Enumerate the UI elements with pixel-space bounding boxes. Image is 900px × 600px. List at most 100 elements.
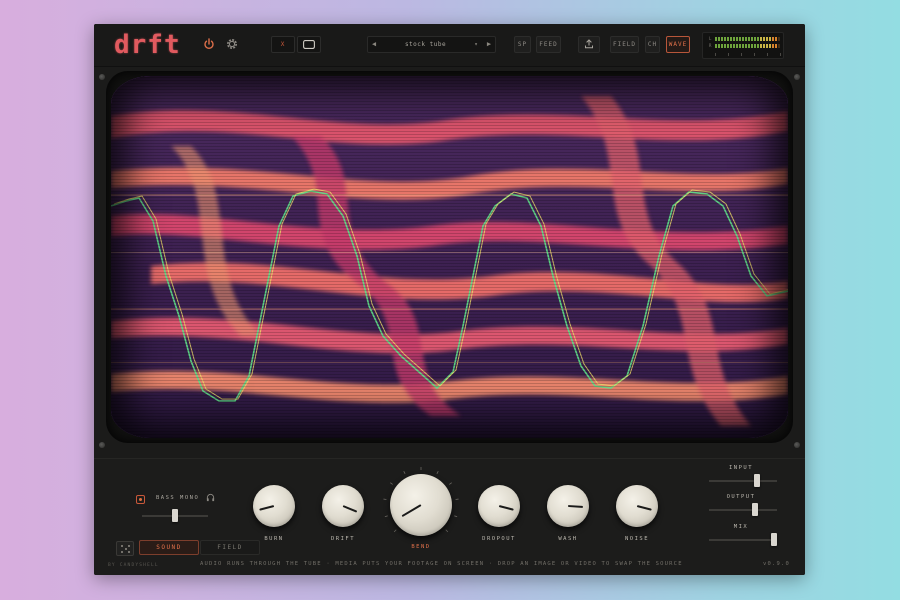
display-toggle-button[interactable] bbox=[297, 36, 321, 53]
knob-label: BEND bbox=[411, 544, 431, 550]
meter-segment bbox=[763, 37, 765, 41]
meter-segment bbox=[763, 44, 765, 48]
meter-segment bbox=[754, 44, 756, 48]
preset-name[interactable]: stock tube bbox=[382, 37, 469, 52]
knob-bend[interactable] bbox=[390, 474, 452, 536]
meter-segment bbox=[769, 37, 771, 41]
meter-segment bbox=[724, 37, 726, 41]
plugin-window: drft X ◀ stock tube ▾ ▶ SP FEED FIELD CH… bbox=[94, 24, 805, 575]
meter-segment bbox=[721, 37, 723, 41]
meter-segment bbox=[745, 37, 747, 41]
slider-thumb[interactable] bbox=[771, 533, 777, 546]
knob-wash[interactable] bbox=[547, 485, 589, 527]
sp-button[interactable]: SP bbox=[514, 36, 531, 53]
screen-icon bbox=[303, 40, 315, 49]
meter-segment bbox=[772, 44, 774, 48]
meter-segment bbox=[730, 37, 732, 41]
meter-segment bbox=[736, 44, 738, 48]
knob-tick bbox=[403, 470, 406, 474]
gear-icon[interactable] bbox=[225, 37, 239, 51]
knob-drift[interactable] bbox=[322, 485, 364, 527]
screen-visual bbox=[111, 76, 788, 438]
meter-label-l: L bbox=[709, 36, 712, 41]
logo: drft bbox=[114, 30, 181, 60]
meter-segment bbox=[754, 37, 756, 41]
meter-label-r: R bbox=[709, 43, 712, 48]
close-x-button[interactable]: X bbox=[271, 36, 295, 53]
preset-next-button[interactable]: ▶ bbox=[483, 37, 495, 52]
meter-segment bbox=[739, 44, 741, 48]
knob-tick bbox=[436, 470, 439, 474]
meter-segment bbox=[724, 44, 726, 48]
bass-mono-toggle[interactable] bbox=[136, 495, 145, 504]
meter-segment bbox=[751, 37, 753, 41]
slider-mix[interactable] bbox=[709, 533, 777, 546]
meter-segment bbox=[742, 44, 744, 48]
slider-thumb[interactable] bbox=[751, 503, 758, 516]
knob-tick bbox=[384, 515, 388, 518]
wave-button[interactable]: WAVE bbox=[666, 36, 690, 53]
knob-indicator bbox=[636, 505, 652, 511]
tab-field[interactable]: FIELD bbox=[200, 540, 260, 555]
knob-indicator bbox=[498, 505, 514, 511]
knob-indicator bbox=[259, 505, 275, 511]
meter-segment bbox=[736, 37, 738, 41]
headphones-icon[interactable] bbox=[206, 493, 215, 502]
bass-mono-slider[interactable] bbox=[142, 509, 208, 522]
meter-row-right bbox=[715, 44, 780, 48]
meter-segment bbox=[730, 44, 732, 48]
upload-icon bbox=[585, 39, 593, 49]
field-view-button[interactable]: FIELD bbox=[610, 36, 639, 53]
knob-tick bbox=[445, 529, 449, 533]
knob-burn[interactable] bbox=[253, 485, 295, 527]
meter-segment bbox=[760, 37, 762, 41]
meter-segment bbox=[727, 37, 729, 41]
meter-segment bbox=[739, 37, 741, 41]
meter-segment bbox=[748, 44, 750, 48]
feed-button[interactable]: FEED bbox=[536, 36, 561, 53]
ch-button[interactable]: CH bbox=[645, 36, 660, 53]
knob-indicator bbox=[342, 505, 357, 513]
slider-input[interactable] bbox=[709, 474, 777, 487]
meter-segment bbox=[748, 37, 750, 41]
meter-segment bbox=[715, 44, 717, 48]
meter-segment bbox=[760, 44, 762, 48]
knob-tick bbox=[393, 529, 397, 533]
header-bar: drft X ◀ stock tube ▾ ▶ SP FEED FIELD CH… bbox=[94, 24, 805, 67]
meter-segment bbox=[727, 44, 729, 48]
randomize-button[interactable] bbox=[116, 541, 134, 556]
screw bbox=[794, 442, 800, 448]
knob-tick bbox=[390, 482, 393, 485]
knob-label: DROPOUT bbox=[482, 536, 516, 542]
knob-label: WASH bbox=[558, 536, 578, 542]
meter-segment bbox=[772, 37, 774, 41]
bass-mono-label: BASS MONO bbox=[156, 495, 200, 501]
slider-label-input: INPUT bbox=[728, 465, 754, 471]
bass-mono-slider-thumb[interactable] bbox=[172, 509, 178, 522]
meter-segment bbox=[775, 37, 777, 41]
knob-label: NOISE bbox=[624, 536, 650, 542]
preset-selector[interactable]: ◀ stock tube ▾ ▶ bbox=[367, 36, 496, 53]
meter-segment bbox=[751, 44, 753, 48]
version-label: v0.9.0 bbox=[763, 561, 791, 567]
knob-indicator bbox=[401, 504, 422, 517]
meter-segment bbox=[775, 44, 777, 48]
knob-dropout[interactable] bbox=[478, 485, 520, 527]
crt-screen[interactable] bbox=[111, 76, 788, 438]
meter-segment bbox=[778, 44, 780, 48]
slider-output[interactable] bbox=[709, 503, 777, 516]
meter-segment bbox=[721, 44, 723, 48]
chevron-down-icon[interactable]: ▾ bbox=[471, 37, 481, 52]
slider-thumb[interactable] bbox=[754, 474, 760, 487]
screw bbox=[794, 74, 800, 80]
meter-segment bbox=[757, 44, 759, 48]
preset-prev-button[interactable]: ◀ bbox=[368, 37, 380, 52]
knob-tick bbox=[454, 515, 458, 518]
tab-sound[interactable]: SOUND bbox=[139, 540, 199, 555]
knob-noise[interactable] bbox=[616, 485, 658, 527]
upload-button[interactable] bbox=[578, 36, 600, 53]
slider-label-output: OUTPUT bbox=[726, 494, 756, 500]
level-meter: L R bbox=[702, 32, 784, 59]
power-icon[interactable] bbox=[203, 38, 215, 50]
meter-segment bbox=[766, 44, 768, 48]
